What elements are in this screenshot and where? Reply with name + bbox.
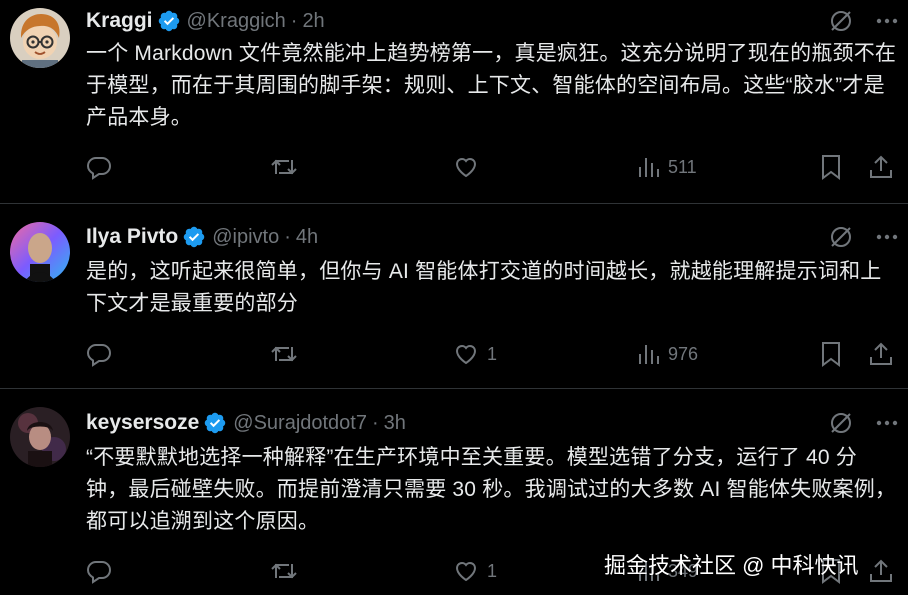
views-icon	[639, 345, 659, 364]
author-name[interactable]: Ilya Pivto	[86, 225, 178, 249]
bookmark-icon	[822, 342, 840, 367]
avatar[interactable]	[10, 407, 70, 467]
author-handle[interactable]: @Surajdotdot7	[233, 412, 367, 435]
header-actions	[828, 222, 898, 252]
more-icon[interactable]	[876, 234, 898, 240]
share-icon	[870, 155, 892, 178]
like-count: 1	[487, 343, 498, 364]
author-name[interactable]: Kraggi	[86, 9, 153, 33]
more-icon[interactable]	[876, 420, 898, 426]
share-icon	[870, 559, 892, 582]
separator-dot: ·	[284, 225, 291, 248]
repost-icon	[271, 563, 297, 579]
reply-button[interactable]	[86, 556, 120, 586]
reply-icon	[86, 157, 112, 180]
verified-badge-icon	[157, 9, 181, 33]
reply-icon	[86, 344, 112, 367]
reply-button[interactable]	[86, 339, 120, 369]
separator-dot: ·	[372, 411, 379, 434]
share-icon	[870, 342, 892, 365]
more-icon[interactable]	[876, 18, 898, 24]
tweet[interactable]: Ilya Pivto @ipivto · 4h 是的，这听起来很简单，但你与 A…	[0, 204, 908, 388]
bookmark-icon	[822, 155, 840, 180]
reply-icon	[86, 561, 112, 584]
share-button[interactable]	[868, 339, 894, 369]
tweet-header: Ilya Pivto @ipivto · 4h	[86, 222, 318, 252]
share-button[interactable]	[868, 556, 894, 586]
like-button[interactable]: 1	[453, 556, 497, 586]
author-handle[interactable]: @ipivto	[212, 226, 279, 249]
like-button[interactable]: 1	[453, 339, 497, 369]
verified-badge-icon	[203, 411, 227, 435]
avatar[interactable]	[10, 8, 70, 68]
tweet-feed: Kraggi @Kraggich · 2h 一个 Markdown 文件竟然能冲…	[0, 0, 908, 595]
share-button[interactable]	[868, 152, 894, 182]
separator-dot: ·	[290, 9, 298, 32]
author-name[interactable]: keysersoze	[86, 411, 199, 435]
repost-button[interactable]	[270, 556, 306, 586]
bookmark-button[interactable]	[819, 339, 843, 369]
like-count: 1	[487, 560, 498, 581]
header-actions	[828, 6, 898, 36]
tweet-text: 一个 Markdown 文件竟然能冲上趋势榜第一，真是疯狂。这充分说明了现在的瓶…	[86, 42, 897, 129]
tweet-actions: 1 976	[86, 339, 898, 369]
avatar-image	[10, 222, 70, 282]
grok-icon[interactable]	[828, 410, 854, 436]
reply-button[interactable]	[86, 152, 120, 182]
timestamp[interactable]: 3h	[384, 412, 406, 435]
like-button[interactable]	[453, 152, 487, 182]
timestamp[interactable]: 2h	[302, 10, 324, 33]
repost-icon	[271, 346, 297, 362]
views-icon	[639, 158, 659, 177]
author-handle[interactable]: @Kraggich	[187, 10, 286, 33]
grok-icon[interactable]	[828, 224, 854, 250]
views-button[interactable]: 511	[636, 152, 697, 182]
timestamp[interactable]: 4h	[296, 226, 318, 249]
repost-button[interactable]	[270, 152, 306, 182]
repost-button[interactable]	[270, 339, 306, 369]
grok-icon[interactable]	[828, 8, 854, 34]
avatar[interactable]	[10, 222, 70, 282]
tweet-header: Kraggi @Kraggich · 2h	[86, 6, 325, 36]
bookmark-button[interactable]	[819, 152, 843, 182]
repost-icon	[271, 159, 297, 175]
views-button[interactable]: 976	[636, 339, 698, 369]
tweet-text: “不要默默地选择一种解释”在生产环境中至关重要。模型选错了分支，运行了 40 分…	[86, 446, 897, 533]
like-icon	[455, 158, 477, 178]
header-actions	[828, 408, 898, 438]
watermark: 掘金技术社区 @ 中科快讯	[604, 553, 859, 578]
tweet-actions: 511	[86, 152, 898, 182]
like-icon	[455, 562, 477, 582]
avatar-image	[10, 8, 70, 68]
tweet-header: keysersoze @Surajdotdot7 · 3h	[86, 408, 406, 438]
view-count: 511	[668, 156, 697, 177]
avatar-image	[10, 407, 70, 467]
verified-badge-icon	[182, 225, 206, 249]
like-icon	[455, 345, 477, 365]
tweet[interactable]: Kraggi @Kraggich · 2h 一个 Markdown 文件竟然能冲…	[0, 0, 908, 203]
tweet-text: 是的，这听起来很简单，但你与 AI 智能体打交道的时间越长，就越能理解提示词和上…	[86, 260, 882, 315]
view-count: 976	[668, 343, 699, 364]
